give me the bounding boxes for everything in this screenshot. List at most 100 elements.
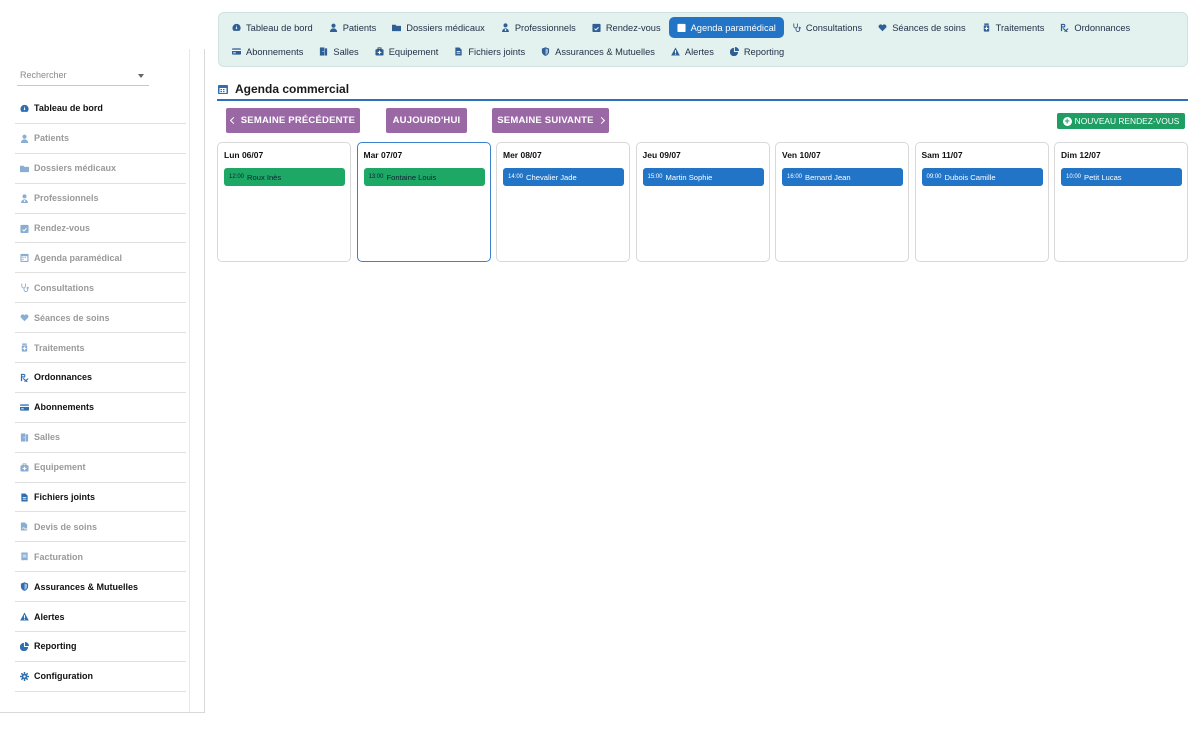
top-nav-item-rendez-vous[interactable]: Rendez-vous [584,17,669,38]
warning-icon [19,612,29,621]
top-nav-item-label: Traitements [995,22,1045,33]
appointment-event[interactable]: 10:00 Petit Lucas [1061,168,1182,186]
sidebar-item-rendez-vous[interactable]: Rendez-vous [15,214,186,244]
top-nav-item-label: Séances de soins [892,22,966,33]
top-nav-item-alertes[interactable]: Alertes [663,41,722,62]
card-icon [19,404,29,411]
appointment-event[interactable]: 14:00 Chevalier Jade [503,168,624,186]
search-select[interactable]: Rechercher [17,68,149,86]
door-icon [20,433,28,442]
top-nav-item-agenda-paramedical[interactable]: Agenda paramédical [668,17,784,38]
sidebar-item-agenda-paramedical[interactable]: Agenda paramédical [15,243,186,274]
appointment-event[interactable]: 13:00 Fontaine Louis [363,168,485,186]
heart-icon [878,24,887,32]
appointment-event[interactable]: 16:00 Bernard Jean [782,168,903,186]
sidebar-item-configuration[interactable]: Configuration [15,662,186,692]
sidebar-item-tableau-de-bord[interactable]: Tableau de bord [15,94,186,124]
calendar-icon [19,254,29,263]
sidebar-item-icon [19,582,29,592]
sidebar-item-traitements[interactable]: Traitements [15,333,186,364]
sidebar-item-label: Reporting [34,641,77,652]
top-nav-item-equipement[interactable]: Equipement [367,41,447,62]
sidebar-item-icon [19,163,29,173]
sidebar-item-label: Equipement [34,462,86,473]
day-label: Sam 11/07 [921,150,963,160]
day-column[interactable]: Sam 11/07 09:00 Dubois Camille [914,142,1049,262]
day-column[interactable]: Mar 07/07 13:00 Fontaine Louis [356,142,491,262]
day-column[interactable]: Dim 12/07 10:00 Petit Lucas [1054,142,1188,262]
day-column[interactable]: Ven 10/07 16:00 Bernard Jean [775,142,909,262]
sidebar-item-seances-de-soins[interactable]: Séances de soins [15,303,186,334]
pie-chart-icon [729,47,739,56]
day-label: Lun 06/07 [224,150,264,160]
page-title-text: Agenda commercial [235,82,350,96]
top-nav-item-consultations[interactable]: Consultations [784,17,870,38]
new-appointment-button[interactable]: + NOUVEAU RENDEZ-VOUS [1057,113,1185,129]
chevron-right-icon [597,116,605,125]
sidebar-item-salles[interactable]: Salles [15,423,186,453]
sidebar-item-equipement[interactable]: Equipement [15,453,186,483]
top-nav-item-label: Abonnements [246,46,304,57]
sidebar-item-icon [19,522,29,532]
next-week-button[interactable]: SEMAINE SUIVANTE [492,108,609,133]
shield-icon [542,47,550,56]
sidebar-item-professionnels[interactable]: Professionnels [15,184,186,214]
sidebar-item-label: Ordonnances [34,372,93,383]
top-nav-item-fichiers-joints[interactable]: Fichiers joints [446,41,533,62]
sidebar-item-label: Séances de soins [34,312,110,323]
sidebar-item-facturation[interactable]: Facturation [15,542,186,573]
sidebar-item-fichiers-joints[interactable]: Fichiers joints [15,483,186,513]
top-nav-item-label: Patients [342,22,377,33]
sidebar-item-ordonnances[interactable]: Ordonnances [15,363,186,393]
sidebar-item-abonnements[interactable]: Abonnements [15,393,186,423]
sidebar-item-reporting[interactable]: Reporting [15,632,186,662]
previous-week-button[interactable]: SEMAINE PRÉCÉDENTE [226,108,360,133]
sidebar-panel: Rechercher Tableau de bord Patients Dossie… [0,49,190,712]
sidebar-item-icon [19,133,29,143]
warning-icon [671,47,680,56]
day-column[interactable]: Jeu 09/07 15:00 Martin Sophie [635,142,770,262]
top-nav-item-assurances-mutuelles[interactable]: Assurances & Mutuelles [533,41,663,62]
day-column[interactable]: Mer 08/07 14:00 Chevalier Jade [496,142,630,262]
sidebar-item-consultations[interactable]: Consultations [15,273,186,304]
sidebar-item-alertes[interactable]: Alertes [15,602,186,633]
top-nav-item-dossiers-medicaux[interactable]: Dossiers médicaux [384,17,493,38]
calendar-icon [218,85,228,94]
sidebar-item-label: Abonnements [34,402,95,413]
top-nav-item-seances-de-soins[interactable]: Séances de soins [870,17,973,38]
appointment-time: 13:00 [368,174,384,180]
top-nav-item-professionnels[interactable]: Professionnels [493,17,584,38]
file-signature-icon [20,522,28,531]
today-button[interactable]: AUJOURD'HUI [386,108,467,133]
sidebar-item-devis-de-soins[interactable]: Devis de soins [15,512,186,543]
appointment-name: Dubois Camille [944,172,996,182]
top-nav-item-traitements[interactable]: Traitements [974,17,1053,38]
sidebar-item-dossiers-medicaux[interactable]: Dossiers médicaux [15,154,186,184]
appointment-name: Chevalier Jade [526,172,577,182]
appointment-event[interactable]: 15:00 Martin Sophie [642,168,764,186]
appointment-event[interactable]: 12:00 Roux Inès [224,168,345,186]
top-nav-item-salles[interactable]: Salles [311,41,366,62]
appointment-event[interactable]: 09:00 Dubois Camille [921,168,1043,186]
sidebar-item-label: Rendez-vous [34,223,91,233]
day-column[interactable]: Lun 06/07 12:00 Roux Inès [217,142,351,262]
page-title: Agenda commercial [217,79,1188,101]
top-nav-item-tableau-de-bord[interactable]: Tableau de bord [224,17,321,38]
appointment-time: 09:00 [926,174,942,180]
appointment-time: 14:00 [508,174,524,180]
day-label: Dim 12/07 [1061,150,1101,160]
sidebar-menu: Tableau de bord Patients Dossiers médicaux… [15,94,186,692]
sidebar-item-patients[interactable]: Patients [15,124,186,154]
top-nav-item-reporting[interactable]: Reporting [722,41,792,62]
dashboard-icon [232,23,241,31]
top-nav-item-patients[interactable]: Patients [321,17,385,38]
top-nav-item-label: Ordonnances [1074,22,1131,33]
top-nav-item-ordonnances[interactable]: Ordonnances [1052,17,1138,38]
sidebar-item-label: Configuration [34,671,93,682]
sidebar-item-icon [19,372,29,382]
pill-bottle-icon [21,343,27,352]
top-nav-item-label: Rendez-vous [605,22,661,33]
sidebar-item-label: Consultations [34,282,94,293]
top-nav-item-abonnements[interactable]: Abonnements [224,41,311,62]
sidebar-item-assurances-mutuelles[interactable]: Assurances & Mutuelles [15,572,186,603]
